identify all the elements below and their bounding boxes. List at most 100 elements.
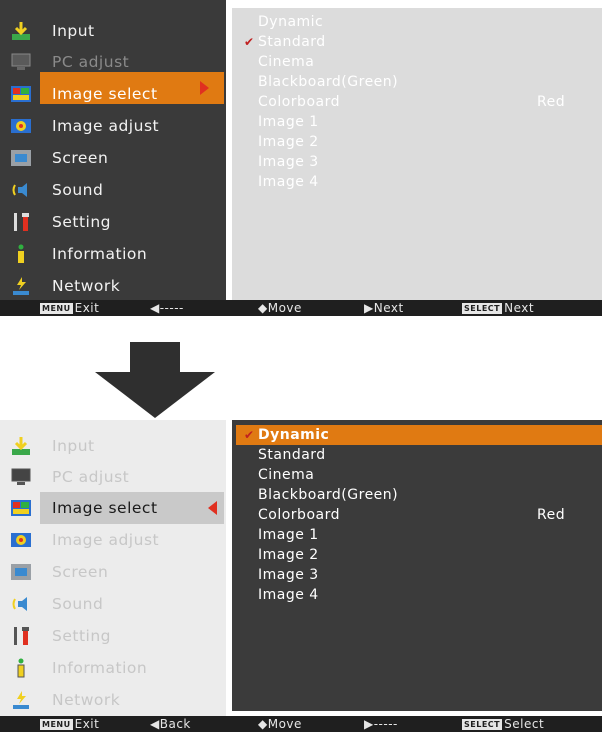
image-mode-list: Dynamic ✔ Standard Cinema Blackboard(Gre… <box>232 8 602 300</box>
list-item-image-3[interactable]: Image 3 <box>232 152 602 172</box>
next-hint: ▶Next <box>364 301 404 315</box>
list-item-label: Standard <box>258 447 326 463</box>
next-hint: ▶----- <box>364 717 398 731</box>
sound-icon <box>10 593 32 615</box>
sound-icon <box>10 179 32 201</box>
back-hint: ◀----- <box>150 301 184 315</box>
menu-label: Network <box>52 691 121 709</box>
status-bar: MENU Exit ◀Back ◆Move ▶----- SELECT Select <box>0 716 602 732</box>
list-item-colorboard[interactable]: Colorboard Red <box>232 505 602 525</box>
menu-item-pc-adjust[interactable]: PC adjust <box>0 46 226 78</box>
menu-item-setting[interactable]: Setting <box>0 620 226 652</box>
status-bar: MENU Exit ◀----- ◆Move ▶Next SELECT Next <box>0 300 602 316</box>
list-item-label: Image 1 <box>258 527 319 543</box>
menu-item-sound[interactable]: Sound <box>0 588 226 620</box>
menu-item-image-select[interactable]: Image select <box>0 492 226 524</box>
menu-key-badge: MENU <box>40 719 73 730</box>
list-item-blackboard[interactable]: Blackboard(Green) <box>232 72 602 92</box>
list-item-label: Cinema <box>258 54 315 70</box>
list-item-dynamic[interactable]: ✔ Dynamic <box>232 425 602 445</box>
screen-icon <box>10 147 32 169</box>
menu-item-screen[interactable]: Screen <box>0 142 226 174</box>
menu-item-input[interactable]: Input <box>0 430 226 462</box>
menu-item-image-select[interactable]: Image select <box>0 78 226 110</box>
menu-item-information[interactable]: Information <box>0 652 226 684</box>
list-item-image-3[interactable]: Image 3 <box>232 565 602 585</box>
select-key-badge: SELECT <box>462 719 503 730</box>
list-item-label: Colorboard <box>258 94 340 110</box>
menu-label: Information <box>52 659 148 677</box>
menu-label: Screen <box>52 563 109 581</box>
pc-adjust-icon <box>10 466 32 488</box>
menu-item-input[interactable]: Input <box>0 15 226 47</box>
arrow-down-icon <box>95 342 215 418</box>
list-item-dynamic[interactable]: Dynamic <box>232 12 602 32</box>
list-item-cinema[interactable]: Cinema <box>232 465 602 485</box>
menu-item-screen[interactable]: Screen <box>0 556 226 588</box>
menu-label: Input <box>52 437 95 455</box>
list-item-label: Standard <box>258 34 326 50</box>
list-item-label: Image 2 <box>258 134 319 150</box>
image-mode-list: ✔ Dynamic Standard Cinema Blackboard(Gre… <box>232 420 602 711</box>
menu-item-pc-adjust[interactable]: PC adjust <box>0 461 226 493</box>
select-hint[interactable]: SELECT Next <box>462 301 534 315</box>
menu-item-network[interactable]: Network <box>0 270 226 302</box>
colorboard-value: Red <box>537 94 566 110</box>
move-hint: ◆Move <box>258 717 302 731</box>
bottom-osd-panel: Input PC adjust Image select Image adjus… <box>0 420 602 732</box>
list-item-colorboard[interactable]: Colorboard Red <box>232 92 602 112</box>
list-item-image-1[interactable]: Image 1 <box>232 525 602 545</box>
information-icon <box>10 657 32 679</box>
input-icon <box>10 20 32 42</box>
list-item-label: Blackboard(Green) <box>258 74 399 90</box>
menu-label: Image adjust <box>52 117 160 135</box>
menu-item-sound[interactable]: Sound <box>0 174 226 206</box>
menu-label: Input <box>52 22 95 40</box>
select-hint[interactable]: SELECT Select <box>462 717 544 731</box>
list-item-image-2[interactable]: Image 2 <box>232 545 602 565</box>
menu-label: PC adjust <box>52 53 130 71</box>
list-item-label: Dynamic <box>258 427 330 443</box>
exit-hint[interactable]: MENU Exit <box>40 717 99 731</box>
list-item-image-4[interactable]: Image 4 <box>232 172 602 192</box>
menu-label: Screen <box>52 149 109 167</box>
setting-icon <box>10 625 32 647</box>
list-item-cinema[interactable]: Cinema <box>232 52 602 72</box>
menu-label: Setting <box>52 213 111 231</box>
image-adjust-icon <box>10 529 32 551</box>
list-item-label: Cinema <box>258 467 315 483</box>
menu-item-network[interactable]: Network <box>0 684 226 716</box>
back-hint[interactable]: ◀Back <box>150 717 191 731</box>
list-item-image-2[interactable]: Image 2 <box>232 132 602 152</box>
list-item-image-4[interactable]: Image 4 <box>232 585 602 605</box>
list-item-image-1[interactable]: Image 1 <box>232 112 602 132</box>
list-item-label: Blackboard(Green) <box>258 487 399 503</box>
list-item-standard[interactable]: Standard <box>232 445 602 465</box>
menu-item-setting[interactable]: Setting <box>0 206 226 238</box>
menu-label: Image select <box>52 499 158 517</box>
list-item-standard[interactable]: ✔ Standard <box>232 32 602 52</box>
network-icon <box>10 689 32 711</box>
screen-icon <box>10 561 32 583</box>
menu-label: Image adjust <box>52 531 160 549</box>
menu-key-badge: MENU <box>40 303 73 314</box>
menu-label: Image select <box>52 85 158 103</box>
menu-label: Setting <box>52 627 111 645</box>
menu-item-image-adjust[interactable]: Image adjust <box>0 110 226 142</box>
menu-label: Information <box>52 245 148 263</box>
main-menu: Input PC adjust Image select Image adjus… <box>0 420 226 732</box>
exit-hint[interactable]: MENU Exit <box>40 301 99 315</box>
list-item-label: Image 3 <box>258 567 319 583</box>
setting-icon <box>10 211 32 233</box>
colorboard-value: Red <box>537 507 566 523</box>
input-icon <box>10 435 32 457</box>
menu-item-image-adjust[interactable]: Image adjust <box>0 524 226 556</box>
menu-label: Sound <box>52 595 104 613</box>
checkmark-icon: ✔ <box>244 35 255 49</box>
list-item-blackboard[interactable]: Blackboard(Green) <box>232 485 602 505</box>
image-adjust-icon <box>10 115 32 137</box>
menu-item-information[interactable]: Information <box>0 238 226 270</box>
list-item-label: Image 2 <box>258 547 319 563</box>
image-select-icon <box>10 497 32 519</box>
top-osd-panel: Input PC adjust Image select Image adjus… <box>0 0 602 316</box>
